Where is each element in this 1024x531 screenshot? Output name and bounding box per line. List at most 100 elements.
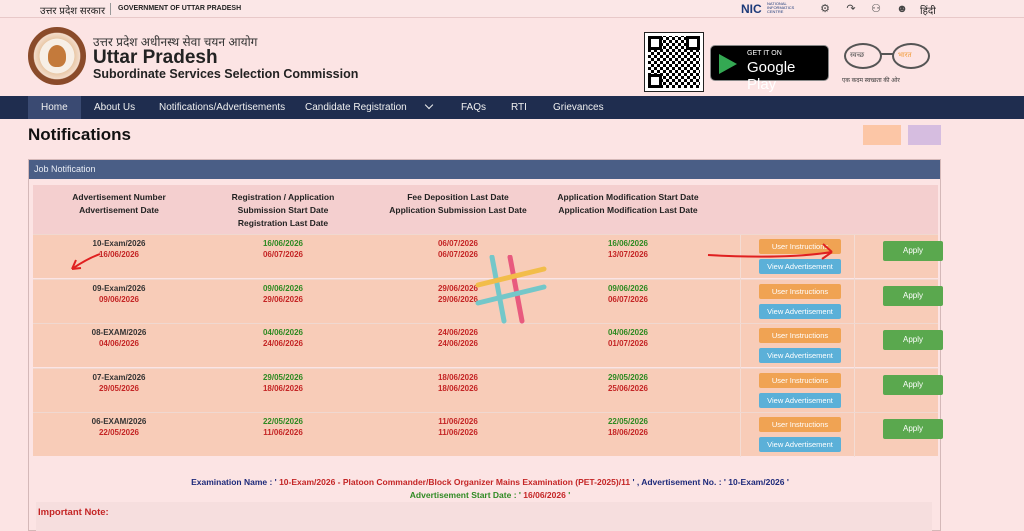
adv-no: 10-Exam/2026: [725, 477, 787, 487]
table-header: Advertisement Number Advertisement Date R…: [33, 185, 938, 234]
play-badge-small-text: GET IT ON: [747, 50, 782, 57]
theme-swatch-peach[interactable]: [863, 125, 901, 145]
header-registration: Registration / Application Submission Sta…: [231, 192, 335, 228]
quote-close: ': [568, 490, 571, 500]
play-store-icon: [719, 54, 737, 74]
org-name: Uttar Pradesh: [93, 47, 218, 68]
adv-no-label: ' , Advertisement No. : ': [632, 477, 726, 487]
cell-modification: 04/06/2026 01/07/2026: [607, 328, 649, 348]
panel-title: Job Notification: [29, 160, 940, 179]
user-instructions-button[interactable]: User Instructions: [759, 372, 841, 388]
table-row: 07-Exam/2026 29/05/2026 29/05/2026 18/06/20…: [33, 367, 943, 413]
user-instructions-button[interactable]: User Instructions: [759, 328, 841, 343]
table-row: 08-EXAM/2026 04/06/2026 04/06/2026 24/06/20…: [33, 323, 943, 368]
nav-faqs[interactable]: FAQs: [461, 96, 486, 119]
exam-name: 10-Exam/2026 - Platoon Commander/Block O…: [276, 477, 633, 487]
divider: [110, 3, 111, 15]
cell-registration: 29/05/2026 18/06/2026: [262, 372, 304, 393]
quote-close: ': [786, 477, 789, 487]
org-subtitle: Subordinate Services Selection Commissio…: [93, 67, 359, 81]
user-instructions-button[interactable]: User Instructions: [759, 283, 841, 299]
site-header: उत्तर प्रदेश अधीनस्थ सेवा चयन आयोग Uttar…: [0, 19, 1024, 96]
cell-modification: 22/05/2026 18/06/2026: [607, 417, 649, 437]
settings-icon[interactable]: ⚙: [818, 2, 832, 16]
nav-candidate-registration[interactable]: Candidate Registration: [305, 96, 407, 119]
view-advertisement-button[interactable]: View Advertisement: [759, 392, 841, 408]
swachh-bharat-logo: स्वच्छ भारत एक कदम स्वच्छता की ओर: [840, 37, 942, 87]
view-advertisement-button[interactable]: View Advertisement: [759, 259, 841, 274]
cell-advertisement: 08-EXAM/2026 04/06/2026: [91, 328, 147, 348]
view-advertisement-button[interactable]: View Advertisement: [759, 303, 841, 319]
apply-button[interactable]: Apply: [883, 285, 943, 306]
view-advertisement-button[interactable]: View Advertisement: [759, 348, 841, 363]
cell-registration: 04/06/2026 24/06/2026: [262, 328, 304, 348]
theme-swatch-lavender[interactable]: [908, 125, 941, 145]
cell-advertisement: 09-Exam/2026 09/06/2026: [92, 283, 146, 304]
cell-fee-submission: 18/06/2026 18/06/2026: [437, 372, 479, 393]
screen-reader-icon[interactable]: ↷: [844, 2, 858, 16]
column-divider: [854, 324, 855, 368]
top-strip: उत्तर प्रदेश सरकार GOVERNMENT OF UTTAR P…: [0, 0, 1024, 18]
cell-registration: 09/06/2026 29/06/2026: [262, 283, 304, 304]
important-note-label: Important Note:: [38, 507, 109, 518]
apply-button[interactable]: Apply: [883, 330, 943, 350]
nav-grievances[interactable]: Grievances: [553, 96, 604, 119]
cell-registration: 16/06/2026 06/07/2026: [262, 239, 304, 259]
loading-spinner-icon: [475, 255, 547, 324]
accessibility-icon[interactable]: ⚇: [869, 2, 883, 16]
apply-button[interactable]: Apply: [883, 374, 943, 395]
user-icon[interactable]: ☻: [895, 2, 909, 16]
exam-name-label: Examination Name : ': [191, 477, 277, 487]
header-modification: Application Modification Start Date Appli…: [557, 192, 699, 215]
exam-summary: Examination Name : ' 10-Exam/2026 - Plat…: [40, 476, 940, 502]
google-play-badge[interactable]: GET IT ON Google Play: [710, 45, 829, 93]
language-toggle[interactable]: हिंदी: [920, 3, 936, 17]
user-instructions-button[interactable]: User Instructions: [759, 239, 841, 254]
column-divider: [854, 368, 855, 413]
apply-button[interactable]: Apply: [883, 419, 943, 439]
column-divider: [854, 413, 855, 457]
column-divider: [740, 235, 741, 279]
main-nav: Home About Us Notifications/Advertisemen…: [0, 96, 1024, 119]
column-divider: [740, 279, 741, 324]
cell-modification: 29/05/2026 25/06/2026: [607, 372, 649, 393]
chevron-down-icon[interactable]: [424, 100, 434, 110]
apply-button[interactable]: Apply: [883, 241, 943, 261]
cell-fee-submission: 24/06/2026 24/06/2026: [437, 328, 479, 348]
user-instructions-button[interactable]: User Instructions: [759, 417, 841, 432]
swachh-tagline: एक कदम स्वच्छता की ओर: [842, 78, 900, 84]
nic-logo-subtitle: NATIONAL INFORMATICS CENTRE: [767, 1, 795, 14]
column-divider: [854, 235, 855, 279]
cell-advertisement: 07-Exam/2026 29/05/2026: [92, 372, 146, 393]
header-advertisement: Advertisement Number Advertisement Date: [72, 192, 166, 215]
cell-fee-submission: 11/06/2026 11/06/2026: [438, 417, 478, 437]
nav-home[interactable]: Home: [28, 96, 81, 119]
column-divider: [740, 413, 741, 457]
cell-modification: 16/06/2026 13/07/2026: [607, 239, 649, 259]
cell-modification: 09/06/2026 06/07/2026: [607, 283, 649, 304]
important-note-box: Important Note:: [36, 502, 932, 531]
bharat-text: भारत: [898, 52, 912, 59]
adv-start-label: Advertisement Start Date : ': [409, 490, 521, 500]
column-divider: [740, 324, 741, 368]
header-fee-submission: Fee Deposition Last Date Application Subm…: [389, 192, 527, 215]
nav-notifications[interactable]: Notifications/Advertisements: [159, 96, 285, 119]
gov-name-hindi: उत्तर प्रदेश सरकार: [40, 6, 106, 17]
play-badge-text: Google Play: [747, 59, 796, 93]
qr-code: [644, 32, 704, 92]
cell-advertisement: 10-Exam/2026 16/06/2026: [92, 239, 146, 259]
gov-name-english: GOVERNMENT OF UTTAR PRADESH: [118, 5, 242, 12]
table-row: 06-EXAM/2026 22/05/2026 22/05/2026 11/06/20…: [33, 412, 943, 457]
nav-about-us[interactable]: About Us: [94, 96, 135, 119]
nav-rti[interactable]: RTI: [511, 96, 527, 119]
view-advertisement-button[interactable]: View Advertisement: [759, 437, 841, 452]
cell-registration: 22/05/2026 11/06/2026: [262, 417, 304, 437]
up-emblem-logo: [28, 27, 86, 85]
page-title: Notifications: [28, 125, 131, 144]
cell-advertisement: 06-EXAM/2026 22/05/2026: [91, 417, 147, 437]
column-divider: [854, 279, 855, 324]
adv-start-date: 16/06/2026: [520, 490, 569, 500]
nic-logo: NIC: [741, 2, 762, 16]
column-divider: [740, 368, 741, 413]
swachh-text: स्वच्छ: [850, 52, 865, 59]
